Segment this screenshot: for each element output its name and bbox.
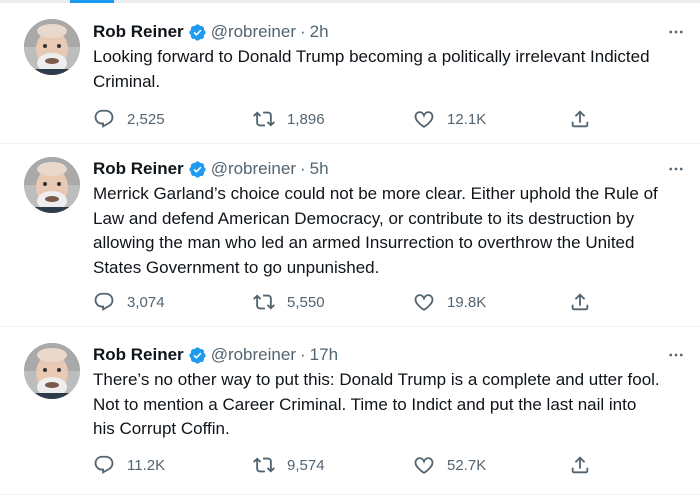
- tweet-actions: 2,525 1,896 12.1K: [93, 107, 593, 131]
- share-upload-icon: [569, 291, 591, 313]
- tweet-text-line: Looking forward to Donald Trump becoming…: [93, 47, 650, 66]
- heart-icon: [413, 454, 447, 476]
- verified-badge-icon: [188, 23, 207, 42]
- like-button[interactable]: 12.1K: [413, 107, 486, 131]
- retweet-button[interactable]: 1,896: [253, 107, 325, 131]
- verified-badge-icon: [188, 346, 207, 365]
- more-horizontal-icon[interactable]: [664, 20, 688, 44]
- retweet-button[interactable]: 9,574: [253, 453, 325, 477]
- retweet-icon: [253, 454, 287, 476]
- timestamp[interactable]: 2h: [310, 22, 329, 42]
- author-handle[interactable]: @robreiner: [211, 159, 296, 179]
- retweet-icon: [253, 291, 287, 313]
- tweet-card[interactable]: Rob Reiner @robreiner · 5h Merrick Garla…: [0, 144, 700, 327]
- share-button[interactable]: [569, 290, 591, 314]
- tweet-text-line: Merrick Garland’s choice could not be mo…: [93, 184, 658, 203]
- tweet-header: Rob Reiner @robreiner · 17h: [93, 343, 338, 367]
- verified-badge-icon: [188, 160, 207, 179]
- tweet-header: Rob Reiner @robreiner · 2h: [93, 20, 329, 44]
- share-button[interactable]: [569, 107, 591, 131]
- share-button[interactable]: [569, 453, 591, 477]
- reply-button[interactable]: 11.2K: [93, 453, 165, 477]
- timestamp[interactable]: 5h: [310, 159, 329, 179]
- reply-count: 3,074: [127, 293, 165, 311]
- retweet-count: 5,550: [287, 293, 325, 311]
- avatar[interactable]: [24, 157, 80, 213]
- reply-count: 11.2K: [127, 456, 166, 474]
- author-name[interactable]: Rob Reiner: [93, 345, 184, 365]
- separator-dot: ·: [299, 22, 306, 41]
- tweet-text-line: allowing the man who led an armed Insurr…: [93, 233, 635, 252]
- like-count: 52.7K: [447, 456, 487, 474]
- more-horizontal-icon[interactable]: [664, 157, 688, 181]
- tweet-feed: Rob Reiner @robreiner · 2h Looking forwa…: [0, 0, 700, 495]
- tweet-text-line: Not to mention a Career Criminal. Time t…: [93, 394, 637, 414]
- reply-bubble-icon: [93, 291, 127, 313]
- tweet-text: Merrick Garland’s choice could not be mo…: [93, 182, 693, 280]
- like-button[interactable]: 19.8K: [413, 290, 486, 314]
- tweet-text-line: States Government to go unpunished.: [93, 257, 380, 277]
- retweet-count: 1,896: [287, 110, 325, 128]
- reply-bubble-icon: [93, 454, 127, 476]
- share-upload-icon: [569, 108, 591, 130]
- reply-count: 2,525: [127, 110, 165, 128]
- heart-icon: [413, 291, 447, 313]
- like-button[interactable]: 52.7K: [413, 453, 486, 477]
- separator-dot: ·: [299, 159, 306, 178]
- tweet-text-line: his Corrupt Coffin.: [93, 419, 230, 438]
- tweet-card[interactable]: Rob Reiner @robreiner · 17h There’s no o…: [0, 327, 700, 495]
- more-horizontal-icon[interactable]: [664, 343, 688, 367]
- separator-dot: ·: [299, 345, 306, 364]
- tweet-text: There’s no other way to put this: Donald…: [93, 368, 693, 442]
- author-handle[interactable]: @robreiner: [211, 345, 296, 365]
- tweet-actions: 3,074 5,550 19.8K: [93, 290, 593, 314]
- tweet-text-line: Law and defend American Democracy, or co…: [93, 208, 635, 228]
- reply-button[interactable]: 2,525: [93, 107, 165, 131]
- like-count: 12.1K: [447, 110, 487, 128]
- author-handle[interactable]: @robreiner: [211, 22, 296, 42]
- like-count: 19.8K: [447, 293, 487, 311]
- tweet-card[interactable]: Rob Reiner @robreiner · 2h Looking forwa…: [0, 3, 700, 144]
- tweet-text: Looking forward to Donald Trump becoming…: [93, 45, 693, 94]
- reply-bubble-icon: [93, 108, 127, 130]
- tweet-header: Rob Reiner @robreiner · 5h: [93, 157, 329, 181]
- timestamp[interactable]: 17h: [310, 345, 338, 365]
- retweet-button[interactable]: 5,550: [253, 290, 325, 314]
- author-name[interactable]: Rob Reiner: [93, 22, 184, 42]
- avatar[interactable]: [24, 19, 80, 75]
- tweet-actions: 11.2K 9,574 52.7K: [93, 453, 593, 477]
- retweet-icon: [253, 108, 287, 130]
- retweet-count: 9,574: [287, 456, 325, 474]
- heart-icon: [413, 108, 447, 130]
- avatar[interactable]: [24, 343, 80, 399]
- author-name[interactable]: Rob Reiner: [93, 159, 184, 179]
- share-upload-icon: [569, 454, 591, 476]
- tweet-text-line: Criminal.: [93, 71, 161, 91]
- tweet-text-line: There’s no other way to put this: Donald…: [93, 370, 660, 389]
- reply-button[interactable]: 3,074: [93, 290, 165, 314]
